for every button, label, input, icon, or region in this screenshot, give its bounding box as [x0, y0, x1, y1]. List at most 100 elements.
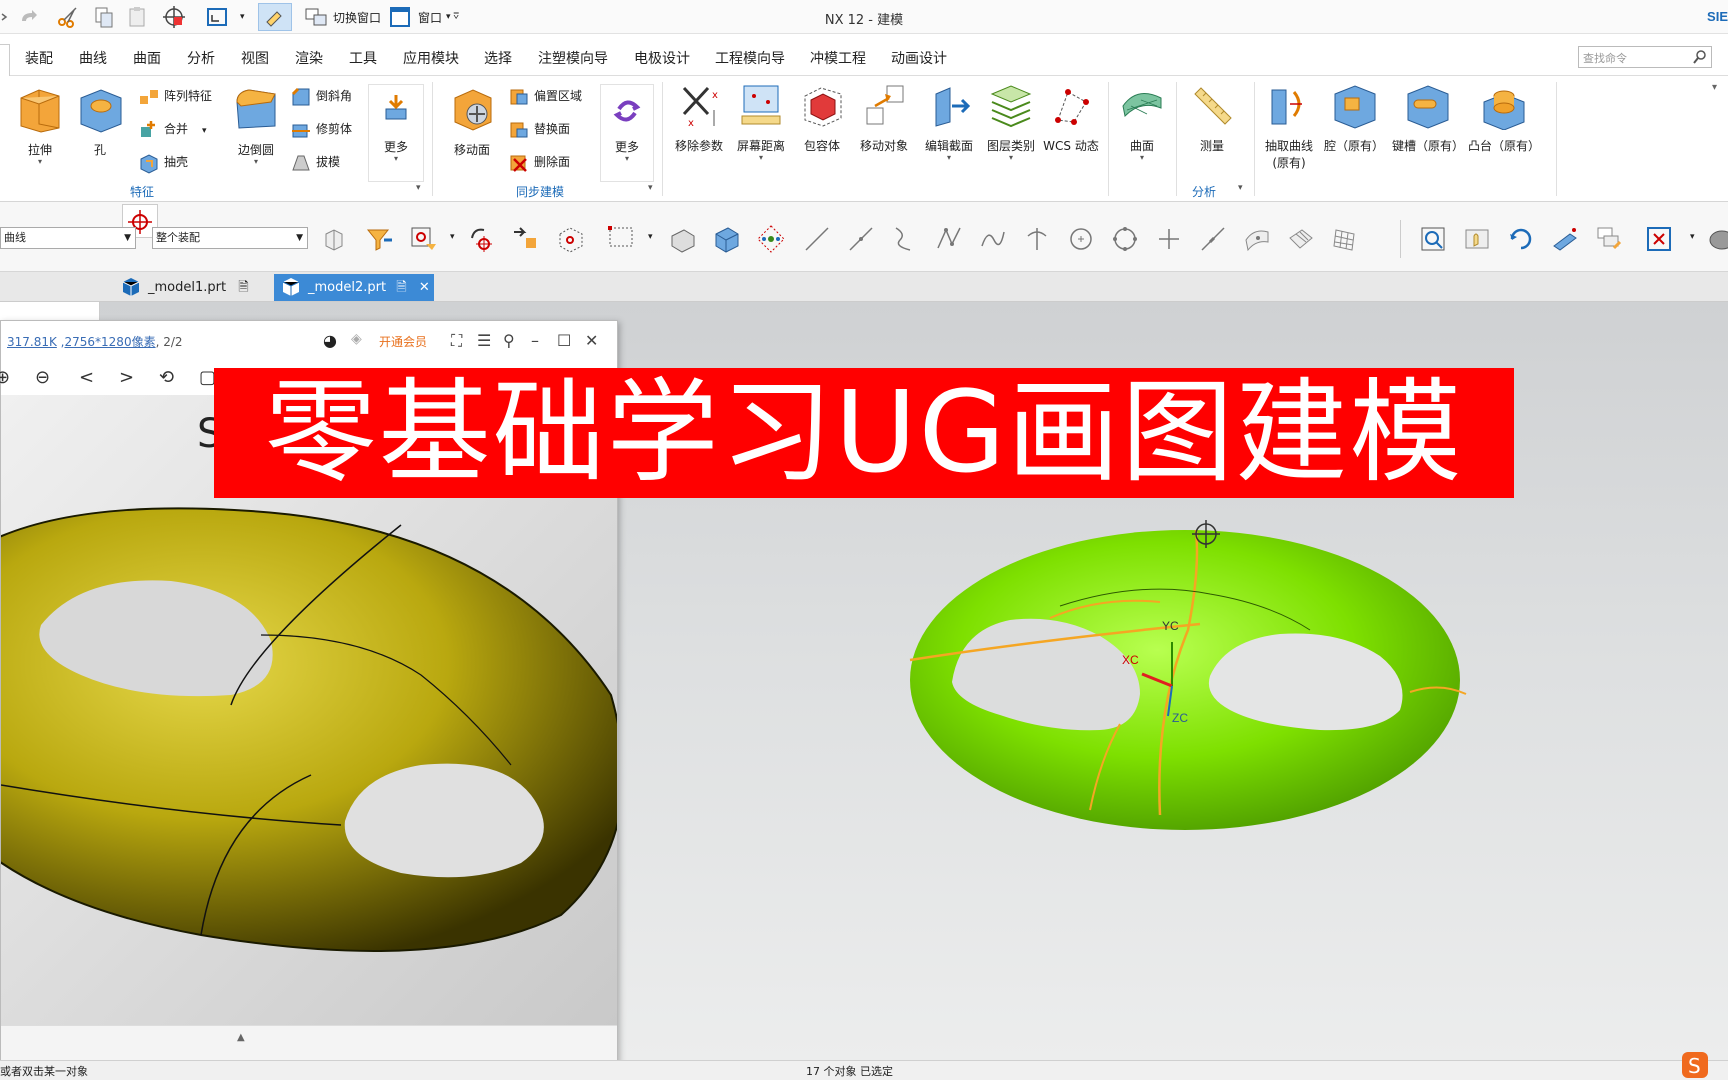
- edit-section-button[interactable]: 编辑截面 ▾: [918, 80, 980, 162]
- surface-button[interactable]: 曲面 ▾: [1114, 80, 1170, 162]
- previous-image-icon[interactable]: <: [79, 367, 94, 388]
- move-face-button[interactable]: 移动面: [444, 84, 500, 158]
- edge-blend-button[interactable]: 边倒圆 ▾: [226, 84, 286, 166]
- fit-view-icon[interactable]: [1418, 224, 1448, 254]
- rotate-view-icon[interactable]: [1506, 224, 1536, 254]
- tab-curve[interactable]: 曲线: [79, 48, 107, 68]
- avatar-icon[interactable]: ◕: [323, 331, 337, 350]
- pin-icon[interactable]: ⚲: [503, 331, 515, 350]
- bounded-grid-snap-icon[interactable]: [1286, 224, 1316, 254]
- box-select-icon[interactable]: [556, 224, 586, 254]
- delete-face-button[interactable]: 删除面: [508, 150, 570, 174]
- tab-application[interactable]: 应用模块: [403, 48, 459, 68]
- chevron-down-icon[interactable]: ▾: [416, 183, 421, 193]
- type-filter-select[interactable]: 曲线 ▼: [0, 227, 136, 249]
- feature-more-button[interactable]: 更多 ▾: [368, 84, 424, 182]
- line-snap-icon[interactable]: [802, 224, 832, 254]
- point-snap-icon[interactable]: [756, 224, 786, 254]
- ribbon-options-icon[interactable]: ▾: [1712, 82, 1717, 93]
- end-point-snap-icon[interactable]: [846, 224, 876, 254]
- rectangle-select-icon[interactable]: [606, 224, 636, 254]
- curve-snap-icon[interactable]: [890, 224, 920, 254]
- green-torus-model[interactable]: YC XC ZC: [900, 510, 1470, 840]
- chevron-down-icon[interactable]: ▾: [648, 232, 653, 242]
- close-icon[interactable]: ✕: [585, 331, 598, 350]
- tab-home-edge[interactable]: [0, 44, 10, 76]
- point-on-curve-snap-icon[interactable]: [1198, 224, 1228, 254]
- image-file-size[interactable]: 317.81K: [7, 335, 57, 349]
- tab-surface[interactable]: 曲面: [133, 48, 161, 68]
- tab-model2[interactable]: _model2.prt 🗎 ✕: [274, 274, 434, 301]
- chevron-down-icon[interactable]: ▾: [1690, 232, 1695, 242]
- shaded-view-icon[interactable]: [1550, 224, 1580, 254]
- tab-analysis[interactable]: 分析: [187, 48, 215, 68]
- expand-thumbnails-icon[interactable]: ▲: [237, 1032, 245, 1043]
- measure-button[interactable]: 测量: [1184, 80, 1240, 154]
- pocket-button[interactable]: 腔（原有）: [1322, 80, 1386, 154]
- slot-button[interactable]: 键槽（原有）: [1392, 80, 1464, 154]
- snap-filter-icon[interactable]: [408, 224, 438, 254]
- bounding-body-button[interactable]: 包容体: [794, 80, 850, 154]
- screen-distance-button[interactable]: 屏幕距离 ▾: [732, 80, 790, 162]
- rotate-image-icon[interactable]: ⟲: [159, 367, 174, 388]
- chamfer-button[interactable]: 倒斜角: [290, 84, 352, 108]
- remove-parameters-button[interactable]: xx 移除参数: [670, 80, 728, 154]
- tab-render[interactable]: 渲染: [295, 48, 323, 68]
- body-select-icon[interactable]: [712, 224, 742, 254]
- boss-button[interactable]: 凸台（原有）: [1468, 80, 1540, 154]
- extrude-button[interactable]: 拉伸 ▾: [10, 84, 70, 166]
- fullscreen-view-icon[interactable]: [1644, 224, 1674, 254]
- rotate-select-icon[interactable]: [466, 224, 496, 254]
- pattern-feature-button[interactable]: 阵列特征: [138, 84, 212, 108]
- shell-button[interactable]: 抽壳: [138, 150, 188, 174]
- center-snap-icon[interactable]: [1066, 224, 1096, 254]
- render-style-icon[interactable]: [1704, 224, 1728, 254]
- unite-button[interactable]: 合并 ▾: [138, 117, 207, 141]
- face-select-icon[interactable]: [668, 224, 698, 254]
- next-image-icon[interactable]: >: [119, 367, 134, 388]
- chevron-down-icon[interactable]: ▾: [648, 183, 653, 193]
- chevron-down-icon[interactable]: ▾: [450, 232, 455, 242]
- pan-icon[interactable]: [1462, 224, 1492, 254]
- minimize-icon[interactable]: –: [531, 331, 539, 350]
- tab-animation[interactable]: 动画设计: [891, 48, 947, 68]
- command-search-input[interactable]: 查找命令: [1578, 46, 1712, 68]
- point-on-face-snap-icon[interactable]: [1242, 224, 1272, 254]
- tab-selection[interactable]: 选择: [484, 48, 512, 68]
- tab-view[interactable]: 视图: [241, 48, 269, 68]
- existing-point-snap-icon[interactable]: [1154, 224, 1184, 254]
- image-dimensions[interactable]: 2756*1280像素: [65, 335, 156, 349]
- zoom-out-icon[interactable]: ⊖: [35, 367, 50, 388]
- tab-model1[interactable]: _model1.prt 🗎: [114, 274, 270, 301]
- general-selection-icon[interactable]: [320, 224, 350, 254]
- perpendicular-snap-icon[interactable]: [1022, 224, 1052, 254]
- extract-curve-button[interactable]: 抽取曲线 (原有): [1258, 80, 1320, 171]
- close-tab-icon[interactable]: ✕: [419, 280, 430, 295]
- sync-more-button[interactable]: 更多 ▾: [600, 84, 654, 182]
- zoom-in-icon[interactable]: ⊕: [0, 367, 10, 388]
- scope-filter-select[interactable]: 整个装配 ▼: [152, 227, 308, 249]
- tab-progressive-die[interactable]: 工程模向导: [715, 48, 785, 68]
- hole-button[interactable]: 孔: [74, 84, 126, 158]
- layer-category-button[interactable]: 图层类别 ▾: [980, 80, 1042, 162]
- feature-select-icon[interactable]: [510, 224, 540, 254]
- chevron-down-icon[interactable]: ▾: [1238, 183, 1243, 193]
- offset-region-button[interactable]: 偏置区域: [508, 84, 582, 108]
- move-object-button[interactable]: 移动对象: [854, 80, 914, 154]
- fullscreen-icon[interactable]: ⛶: [451, 331, 462, 351]
- quadrant-snap-icon[interactable]: [1110, 224, 1140, 254]
- search-icon[interactable]: [1692, 49, 1708, 65]
- tab-mold-wizard[interactable]: 注塑模向导: [538, 48, 608, 68]
- intersection-snap-icon[interactable]: [934, 224, 964, 254]
- tab-assembly[interactable]: 装配: [25, 48, 53, 68]
- spline-snap-icon[interactable]: [978, 224, 1008, 254]
- wcs-dynamic-button[interactable]: WCS 动态: [1040, 80, 1102, 154]
- trim-body-button[interactable]: 修剪体: [290, 117, 352, 141]
- replace-face-button[interactable]: 替换面: [508, 117, 570, 141]
- tab-stamping[interactable]: 冲模工程: [810, 48, 866, 68]
- layer-settings-icon[interactable]: [1594, 224, 1624, 254]
- grid-snap-icon[interactable]: [1330, 224, 1360, 254]
- menu-icon[interactable]: ☰: [477, 331, 491, 350]
- draft-button[interactable]: 拔模: [290, 150, 340, 174]
- maximize-icon[interactable]: ☐: [557, 331, 571, 350]
